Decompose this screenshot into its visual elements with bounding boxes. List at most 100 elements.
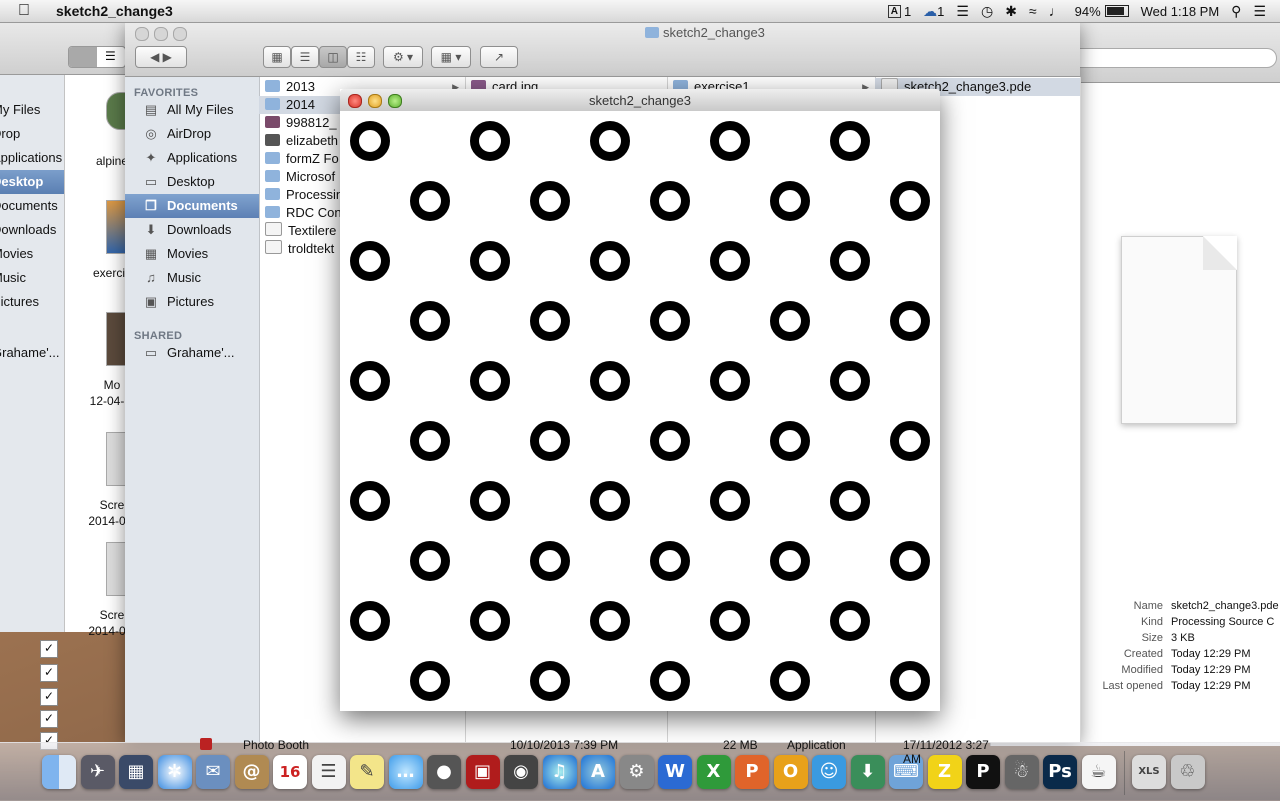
sidebar-item-music[interactable]: ♫ Music: [125, 266, 259, 290]
wifi-icon[interactable]: ≈: [1029, 3, 1037, 19]
sidebar-item[interactable]: Pictures: [0, 290, 64, 314]
sidebar-item-label: Desktop: [167, 174, 215, 189]
battery-status[interactable]: 94%: [1075, 4, 1129, 19]
list-item-label: 2013: [286, 79, 315, 94]
list-item-label: 998812_: [286, 115, 337, 130]
reminders-icon[interactable]: ☰: [311, 755, 346, 789]
ring-mark: [590, 361, 630, 401]
folder-icon: [265, 152, 280, 164]
zoom-button[interactable]: [173, 27, 187, 41]
address-book-icon[interactable]: @: [234, 755, 269, 789]
sidebar-item-label: Applications: [0, 150, 63, 165]
sidebar-item-movies[interactable]: ▦ Movies: [125, 242, 259, 266]
document-preview-icon[interactable]: [1121, 236, 1237, 424]
app-name-menu[interactable]: sketch2_change3: [56, 3, 173, 19]
action-button[interactable]: ⚙ ▾: [383, 46, 423, 68]
layers-icon[interactable]: ☰: [956, 3, 969, 20]
notification-center-icon[interactable]: ☰: [1253, 3, 1266, 20]
bluetooth-icon[interactable]: ✱: [1005, 3, 1017, 20]
apple-icon[interactable]: : [14, 2, 34, 20]
list-item-label: troldtekt: [288, 241, 335, 256]
download-icon[interactable]: ⬇: [850, 755, 885, 789]
view-toggle[interactable]: ☰: [68, 46, 126, 68]
share-button[interactable]: ↗: [480, 46, 518, 68]
sidebar-item-desktop[interactable]: ▭ Desktop: [125, 170, 259, 194]
list-item-label: Processin: [286, 187, 344, 202]
volume-icon[interactable]: ♩: [1049, 3, 1063, 19]
java-icon[interactable]: ☕: [1081, 755, 1116, 789]
ring-mark: [470, 241, 510, 281]
sidebar-item-downloads[interactable]: ⬇ Downloads: [125, 218, 259, 242]
sidebar-item-airdrop[interactable]: ◎ AirDrop: [125, 122, 259, 146]
sidebar-item[interactable]: Applications: [0, 146, 64, 170]
sidebar-item[interactable]: Grahame'...: [0, 341, 64, 365]
sidebar-item[interactable]: Drop: [0, 122, 64, 146]
photoshop-icon[interactable]: Ps: [1043, 755, 1077, 789]
minimize-button[interactable]: [154, 27, 168, 41]
mission-control-icon[interactable]: ▦: [119, 755, 153, 789]
ring-mark: [530, 661, 570, 701]
date-added: 17/11/2012 3:27 AM: [903, 738, 989, 766]
info-value: Today 12:29 PM: [1171, 648, 1251, 660]
adobe-status-item[interactable]: A1: [887, 4, 911, 19]
mail-icon[interactable]: ✉: [196, 755, 230, 789]
word-icon[interactable]: W: [658, 755, 692, 789]
stickies-icon[interactable]: ✎: [350, 755, 384, 789]
sidebar-item[interactable]: Music: [0, 266, 64, 290]
sidebar-item[interactable]: Desktop: [0, 170, 64, 194]
checkbox[interactable]: ✓: [40, 664, 58, 682]
sidebar-item-documents[interactable]: ❐ Documents: [125, 194, 259, 218]
cover-flow-button[interactable]: ☷: [347, 46, 375, 68]
photo-booth-icon[interactable]: ▣: [465, 755, 500, 789]
ring-mark: [710, 601, 750, 641]
sidebar-item-applications[interactable]: ✦ Applications: [125, 146, 259, 170]
checkbox[interactable]: ✓: [40, 688, 58, 706]
sidebar-item[interactable]: Downloads: [0, 218, 64, 242]
launchpad-icon[interactable]: ✈: [80, 755, 115, 789]
itunes-icon[interactable]: ♫: [542, 755, 577, 789]
arrange-button[interactable]: ▦ ▾: [431, 46, 471, 68]
sidebar-item[interactable]: Movies: [0, 242, 64, 266]
powerpoint-icon[interactable]: P: [735, 755, 769, 789]
app-store-icon[interactable]: A: [581, 755, 615, 789]
ring-mark: [650, 301, 690, 341]
list-view-button[interactable]: ☰: [291, 46, 319, 68]
close-button[interactable]: [135, 27, 149, 41]
github-icon[interactable]: ☃: [1004, 755, 1039, 789]
file-icon: [265, 134, 280, 146]
sidebar-item-shared[interactable]: ▭ Grahame'...: [125, 341, 259, 365]
sidebar-item-all-my-files[interactable]: ▤ All My Files: [125, 98, 259, 122]
sidebar-item-label: My Files: [0, 102, 41, 117]
safari-icon[interactable]: ✲: [157, 755, 192, 789]
icon-view-button[interactable]: [69, 47, 97, 67]
sidebar-item[interactable]: My Files: [0, 98, 64, 122]
sketch-window: sketch2_change3: [340, 89, 940, 711]
system-preferences-icon[interactable]: ⚙: [619, 755, 654, 789]
outlook-icon[interactable]: O: [773, 755, 808, 789]
trash-icon[interactable]: ♲: [1170, 755, 1205, 789]
finder-icon[interactable]: [42, 755, 76, 789]
desktop-icon: ▭: [144, 174, 158, 189]
sketch-canvas[interactable]: [340, 111, 940, 711]
time-machine-icon[interactable]: ◷: [981, 3, 993, 20]
sidebar-item-pictures[interactable]: ▣ Pictures: [125, 290, 259, 314]
spotlight-icon[interactable]: ⚲: [1231, 3, 1241, 20]
image-capture-icon[interactable]: ◉: [504, 755, 538, 789]
messages-icon[interactable]: …: [388, 755, 423, 789]
checkbox[interactable]: ✓: [40, 640, 58, 658]
clock[interactable]: Wed 1:18 PM: [1141, 4, 1220, 19]
checkbox[interactable]: ✓: [40, 710, 58, 728]
icon-view-button[interactable]: ▦: [263, 46, 291, 68]
creative-cloud-status-item[interactable]: ☁ 1: [923, 3, 944, 20]
list-view-icon[interactable]: ☰: [105, 49, 116, 63]
ring-mark: [770, 421, 810, 461]
facetime-icon[interactable]: ●: [427, 755, 461, 789]
back-forward-button[interactable]: ◀ ▶: [135, 46, 187, 68]
documents-stack-icon[interactable]: XLS: [1132, 755, 1166, 789]
excel-icon[interactable]: X: [696, 755, 731, 789]
column-view-button[interactable]: ◫: [319, 46, 347, 68]
sidebar-item-label: Pictures: [167, 294, 214, 309]
messenger-icon[interactable]: ☺: [812, 755, 846, 789]
calendar-icon[interactable]: 16: [273, 755, 307, 789]
sidebar-item[interactable]: Documents: [0, 194, 64, 218]
